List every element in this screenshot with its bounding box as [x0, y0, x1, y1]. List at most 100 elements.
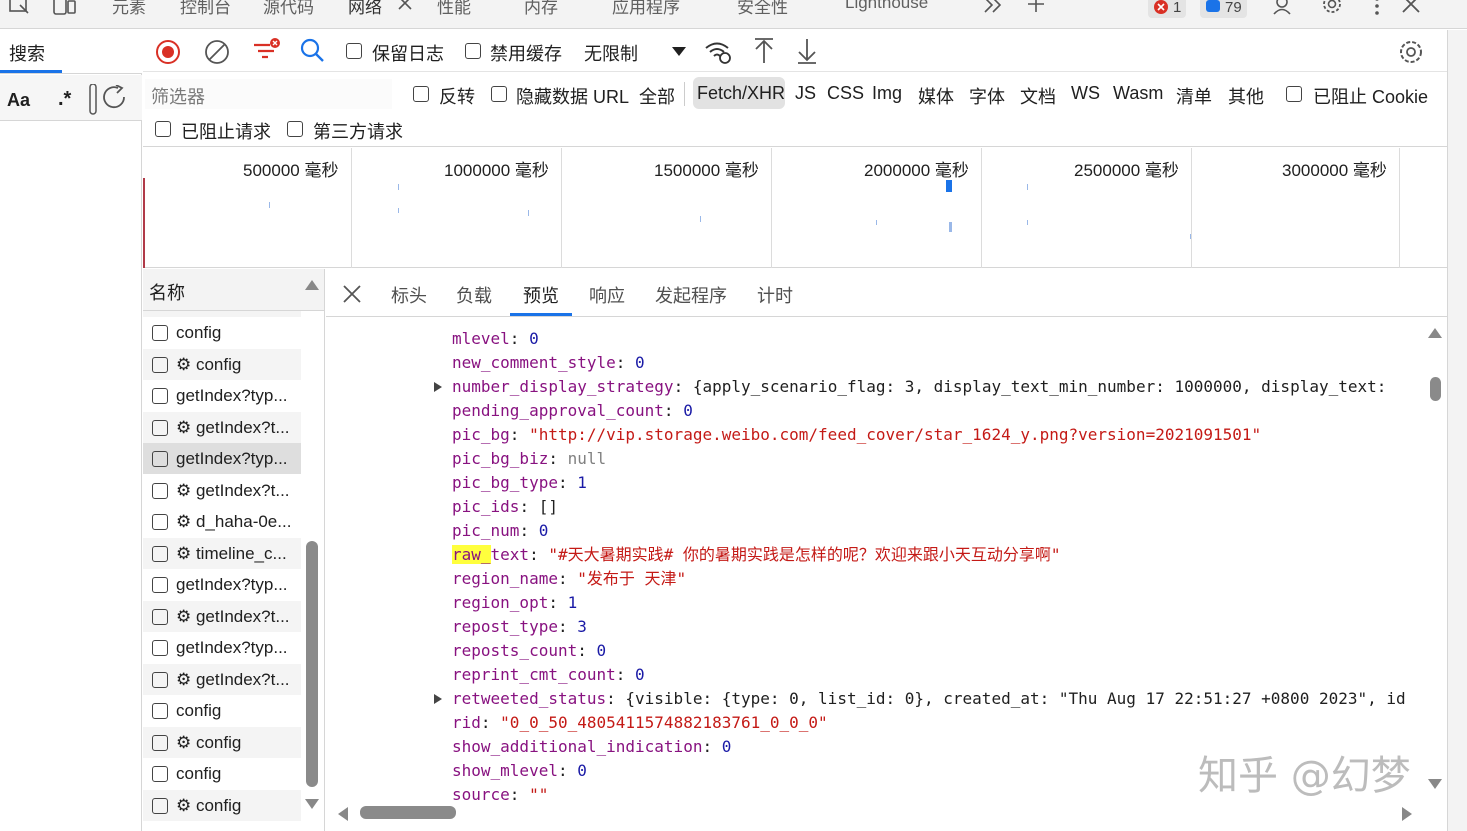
disable-cache-checkbox[interactable] — [465, 43, 481, 59]
name-column-header[interactable]: 名称 — [143, 269, 324, 311]
request-row[interactable]: config — [143, 695, 301, 726]
row-checkbox[interactable] — [152, 513, 168, 530]
network-conditions-icon[interactable] — [704, 39, 734, 65]
import-har-icon[interactable] — [753, 37, 775, 65]
request-row[interactable]: ⚙ getIndex?t... — [143, 601, 301, 632]
tab-response[interactable]: 响应 — [589, 282, 625, 308]
request-row[interactable]: ⚙ config — [143, 349, 301, 380]
row-checkbox[interactable] — [152, 419, 168, 436]
search-icon[interactable] — [300, 38, 326, 64]
type-filter-font[interactable]: 字体 — [969, 83, 1005, 109]
preview-scroll-left-icon[interactable] — [338, 807, 348, 821]
row-checkbox[interactable] — [152, 671, 168, 688]
row-checkbox[interactable] — [152, 545, 168, 562]
close-tab-icon[interactable] — [396, 0, 414, 13]
row-checkbox[interactable] — [152, 639, 168, 656]
regex-button[interactable]: .* — [58, 88, 71, 111]
expand-toggle-icon[interactable] — [434, 694, 442, 704]
clear-icon[interactable] — [204, 39, 230, 65]
type-filter-manifest[interactable]: 清单 — [1176, 83, 1212, 109]
tab-initiator[interactable]: 发起程序 — [655, 282, 727, 308]
tab-memory[interactable]: 内存 — [524, 0, 558, 18]
search-tab[interactable]: 搜索 — [9, 40, 45, 66]
preview-scroll-down-icon[interactable] — [1428, 779, 1442, 789]
request-row[interactable]: config — [143, 317, 301, 348]
type-filter-other[interactable]: 其他 — [1228, 83, 1264, 109]
request-row[interactable]: getIndex?typ... — [143, 569, 301, 600]
more-tabs-icon[interactable] — [983, 0, 1005, 16]
export-har-icon[interactable] — [796, 37, 818, 65]
filter-input[interactable]: 筛选器 — [145, 79, 392, 109]
blocked-cookies-checkbox[interactable] — [1286, 86, 1302, 102]
add-tab-icon[interactable] — [1025, 0, 1047, 16]
request-row[interactable]: ⚙ getIndex?t... — [143, 412, 301, 443]
request-row[interactable]: getIndex?typ... — [143, 632, 301, 663]
request-row[interactable]: ⚙ config — [143, 727, 301, 758]
network-overview-timeline[interactable]: 500000 毫秒 1000000 毫秒 1500000 毫秒 2000000 … — [143, 148, 1447, 268]
row-checkbox[interactable] — [152, 387, 168, 404]
preview-hscrollbar-thumb[interactable] — [360, 806, 456, 819]
blocked-requests-checkbox[interactable] — [155, 121, 171, 137]
request-row[interactable]: ⚙ timeline_c... — [143, 538, 301, 569]
type-filter-img[interactable]: Img — [872, 83, 902, 104]
scroll-down-arrow-icon[interactable] — [305, 799, 319, 809]
tab-lighthouse[interactable]: Lighthouse — [845, 0, 928, 13]
tab-security[interactable]: 安全性 — [737, 0, 788, 18]
type-filter-media[interactable]: 媒体 — [918, 83, 954, 109]
invert-checkbox[interactable] — [413, 86, 429, 102]
row-checkbox[interactable] — [152, 608, 168, 625]
errors-badge[interactable]: 1 — [1148, 0, 1187, 18]
type-filter-all[interactable]: 全部 — [639, 83, 675, 109]
hide-data-url-checkbox[interactable] — [491, 86, 507, 102]
preview-scroll-right-icon[interactable] — [1402, 807, 1412, 821]
type-filter-css[interactable]: CSS — [827, 83, 864, 104]
request-row[interactable]: getIndex?typ... — [143, 380, 301, 411]
request-row[interactable]: ⚙ config — [143, 790, 301, 821]
row-checkbox[interactable] — [152, 324, 168, 341]
tab-sources[interactable]: 源代码 — [263, 0, 314, 18]
preview-scroll-up-icon[interactable] — [1428, 328, 1442, 338]
network-settings-icon[interactable] — [1397, 38, 1425, 66]
match-case-button[interactable]: Aa — [7, 90, 30, 111]
request-row[interactable]: ⚙ getIndex?t... — [143, 475, 301, 506]
filter-icon[interactable] — [252, 37, 282, 65]
tab-timing[interactable]: 计时 — [757, 282, 793, 308]
third-party-checkbox[interactable] — [287, 121, 303, 137]
row-checkbox[interactable] — [152, 702, 168, 719]
close-devtools-icon[interactable] — [1400, 0, 1422, 16]
messages-badge[interactable]: 79 — [1200, 0, 1247, 18]
type-filter-wasm[interactable]: Wasm — [1113, 83, 1163, 104]
name-list-scrollbar-thumb[interactable] — [306, 541, 318, 787]
tab-application[interactable]: 应用程序 — [612, 0, 680, 18]
record-icon[interactable] — [155, 39, 181, 65]
row-checkbox[interactable] — [152, 797, 168, 814]
preview-scrollbar-thumb[interactable] — [1430, 377, 1441, 401]
tab-performance[interactable]: 性能 — [437, 0, 471, 18]
type-filter-ws[interactable]: WS — [1071, 83, 1100, 104]
row-checkbox[interactable] — [152, 450, 168, 467]
inspect-element-icon[interactable] — [8, 0, 32, 17]
tab-headers[interactable]: 标头 — [391, 282, 427, 308]
row-checkbox[interactable] — [152, 482, 168, 499]
request-row[interactable]: ⚙ getIndex?t... — [143, 664, 301, 695]
tab-payload[interactable]: 负载 — [456, 282, 492, 308]
expand-toggle-icon[interactable] — [434, 382, 442, 392]
request-row-selected[interactable]: getIndex?typ... — [143, 443, 301, 474]
row-checkbox[interactable] — [152, 356, 168, 373]
row-checkbox[interactable] — [152, 734, 168, 751]
preserve-log-checkbox[interactable] — [346, 43, 362, 59]
type-filter-js[interactable]: JS — [795, 83, 816, 104]
tab-console[interactable]: 控制台 — [180, 0, 231, 18]
close-details-icon[interactable] — [342, 284, 362, 304]
type-filter-doc[interactable]: 文档 — [1020, 83, 1056, 109]
tab-preview[interactable]: 预览 — [523, 282, 559, 308]
tab-elements[interactable]: 元素 — [112, 0, 146, 18]
row-checkbox[interactable] — [152, 765, 168, 782]
refresh-icon[interactable] — [102, 85, 130, 113]
request-row[interactable]: ⚙ d_haha-0e... — [143, 506, 301, 537]
row-checkbox[interactable] — [152, 576, 168, 593]
throttle-select[interactable]: 无限制 — [580, 35, 690, 67]
device-toolbar-icon[interactable] — [52, 0, 78, 17]
request-row[interactable]: config — [143, 758, 301, 789]
more-options-icon[interactable] — [1370, 0, 1384, 17]
